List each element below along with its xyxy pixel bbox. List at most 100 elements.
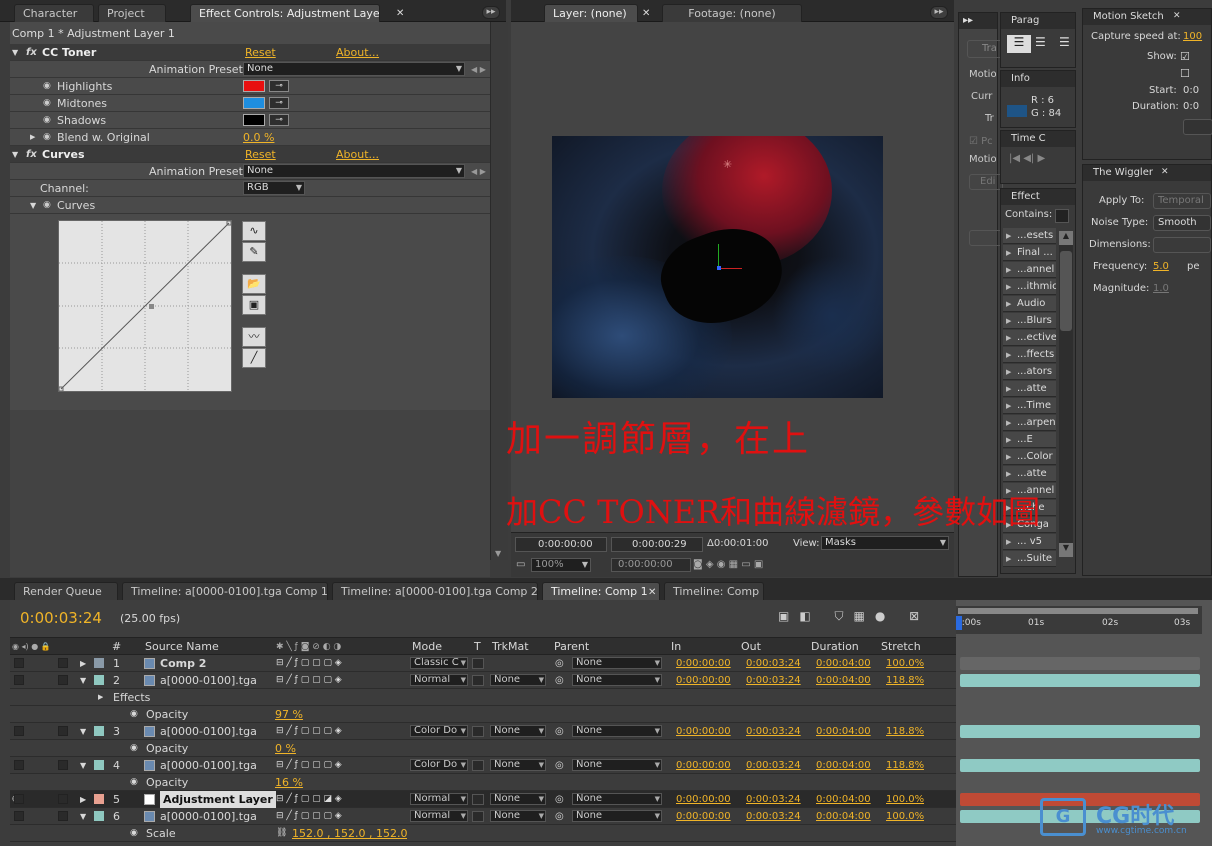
pc-check[interactable]: ☑ Pc — [969, 136, 993, 147]
in-value[interactable]: 0:00:00:00 — [676, 808, 731, 825]
zoom-dropdown[interactable]: 100% — [531, 558, 591, 572]
curves-about[interactable]: About... — [336, 146, 379, 163]
effects-list-item[interactable]: Final ... — [1003, 245, 1056, 261]
trkmat-dropdown[interactable]: None — [490, 725, 546, 737]
current-time[interactable]: 0:00:03:24 — [20, 609, 102, 627]
reset-curve-icon[interactable]: ╱ — [242, 348, 266, 368]
scale-value[interactable]: 152.0 , 152.0 , 152.0 — [292, 825, 407, 842]
parent-dropdown[interactable]: None — [572, 759, 662, 771]
timeline-switch-icons[interactable]: ▣◧ ⛉▦● ⊠ — [778, 609, 929, 624]
show-checkbox-2[interactable]: ☐ — [1180, 67, 1190, 80]
stretch-value[interactable]: 100.0% — [886, 791, 924, 808]
transport-icons[interactable]: |◀ ◀| ▶ — [1009, 153, 1045, 164]
layer-name[interactable]: Adjustment Layer — [160, 791, 276, 808]
lock-box[interactable] — [58, 675, 68, 685]
duration-value[interactable]: 0:00:04:00 — [816, 672, 871, 689]
contains-input[interactable] — [1055, 209, 1069, 223]
switch-icons[interactable]: ⊟ ╱ ƒ ▢ ▢ ◪ ◈ — [276, 791, 342, 808]
layer-duration-bar[interactable] — [960, 725, 1200, 738]
twirl-icon[interactable]: ▼ — [80, 757, 86, 774]
bottom-tab-3[interactable]: Timeline: Comp 1 — [542, 582, 660, 600]
layer-name[interactable]: a[0000-0100].tga — [160, 723, 257, 740]
curves-graph[interactable] — [58, 220, 232, 392]
time-current-field[interactable]: 0:00:00:00 — [515, 537, 607, 552]
solo-box[interactable] — [14, 811, 24, 821]
switch-icons[interactable]: ⊟ ╱ ƒ ▢ ▢ ▢ ◈ — [276, 723, 342, 740]
align-left-icon[interactable]: ☰ — [1007, 35, 1031, 53]
curve-tool-icon[interactable]: ∿ — [242, 221, 266, 241]
switch-icons[interactable]: ⊟ ╱ ƒ ▢ ▢ ▢ ◈ — [276, 672, 342, 689]
effects-list-item[interactable]: ...esets — [1003, 228, 1056, 244]
stretch-value[interactable]: 118.8% — [886, 757, 924, 774]
effects-subrow[interactable]: ▶ Effects — [10, 689, 956, 706]
axis-gizmo-icon[interactable] — [717, 244, 744, 270]
col-in[interactable]: In — [671, 638, 681, 656]
solo-box[interactable] — [14, 794, 24, 804]
duration-value[interactable]: 0:00:04:00 — [816, 791, 871, 808]
blend-value[interactable]: 0.0 % — [243, 129, 274, 146]
effects-scrollbar[interactable]: ▲ ▼ — [1059, 231, 1073, 557]
effects-list-item[interactable]: ...ators — [1003, 364, 1056, 380]
layer-duration-bar[interactable] — [960, 657, 1200, 670]
highlights-swatch[interactable] — [243, 80, 265, 92]
prev-icon[interactable]: ◀ ▶ — [471, 61, 486, 78]
apply-to-dropdown[interactable]: Temporal — [1153, 193, 1211, 209]
t-box[interactable] — [472, 675, 484, 686]
align-right-icon[interactable]: ☰ — [1059, 35, 1070, 49]
solo-box[interactable] — [14, 760, 24, 770]
t-box[interactable] — [472, 726, 484, 737]
parent-dropdown[interactable]: None — [572, 674, 662, 686]
effects-list-item[interactable]: ...Time — [1003, 398, 1056, 414]
solo-box[interactable] — [14, 726, 24, 736]
view-dropdown[interactable]: Masks — [821, 536, 949, 550]
opacity-value-4[interactable]: 16 % — [275, 774, 303, 791]
switch-icons[interactable]: ⊟ ╱ ƒ ▢ ▢ ▢ ◈ — [276, 757, 342, 774]
eyedropper-icon[interactable]: ⊸ — [269, 80, 289, 92]
stopwatch-icon[interactable]: ◉ — [130, 774, 138, 791]
ms-close-icon[interactable]: ✕ — [1173, 11, 1181, 21]
effects-list-item[interactable]: ...Color — [1003, 449, 1056, 465]
edi-button[interactable]: Edi — [969, 174, 1003, 190]
effects-list-item[interactable]: ...atte — [1003, 381, 1056, 397]
wiggler-close-icon[interactable]: ✕ — [1161, 167, 1169, 177]
twirl-icon[interactable]: ▶ — [80, 791, 86, 808]
stopwatch-icon[interactable]: ◉ — [130, 825, 138, 842]
curves-header[interactable]: ▼ fx Curves Reset About... — [10, 146, 490, 163]
out-value[interactable]: 0:00:03:24 — [746, 808, 801, 825]
in-value[interactable]: 0:00:00:00 — [676, 672, 731, 689]
dimensions-dropdown[interactable] — [1153, 237, 1211, 253]
in-value[interactable]: 0:00:00:00 — [676, 723, 731, 740]
frequency-value[interactable]: 5.0 — [1153, 261, 1169, 272]
in-value[interactable]: 0:00:00:00 — [676, 757, 731, 774]
layer-name[interactable]: a[0000-0100].tga — [160, 757, 257, 774]
parent-dropdown[interactable]: None — [572, 657, 662, 669]
opacity-value-2[interactable]: 97 % — [275, 706, 303, 723]
col-trkmat[interactable]: TrkMat — [492, 638, 529, 656]
camera-icon[interactable]: ◙ ◈ ◉ ▦ ▭ ▣ — [693, 559, 763, 570]
pickwhip-icon[interactable]: ◎ — [555, 757, 564, 774]
cc-toner-reset[interactable]: Reset — [245, 44, 276, 61]
out-value[interactable]: 0:00:03:24 — [746, 672, 801, 689]
cc-toner-header[interactable]: ▼ fx CC Toner Reset About... — [10, 44, 490, 61]
effects-list-item[interactable]: Audio — [1003, 296, 1056, 312]
tr-button[interactable]: Tra — [967, 40, 1003, 58]
stopwatch-icon[interactable]: ◉ — [43, 112, 51, 129]
prev-icon[interactable]: ◀ ▶ — [471, 163, 486, 180]
lock-box[interactable] — [58, 811, 68, 821]
time-field-small[interactable]: 0:00:00:00 — [611, 558, 691, 572]
layer-name[interactable]: Comp 2 — [160, 655, 206, 672]
bottom-tab-0[interactable]: Render Queue — [14, 582, 118, 600]
duration-value[interactable]: 0:00:04:00 — [816, 757, 871, 774]
timeline-layer-row[interactable]: ◉▶5Adjustment Layer⊟ ╱ ƒ ▢ ▢ ◪ ◈NormalNo… — [10, 791, 956, 808]
lock-box[interactable] — [58, 794, 68, 804]
tab-layer[interactable]: Layer: (none) — [544, 4, 638, 22]
in-value[interactable]: 0:00:00:00 — [676, 655, 731, 672]
tab-footage[interactable]: Footage: (none) — [662, 4, 802, 22]
col-parent[interactable]: Parent — [554, 638, 589, 656]
t-box[interactable] — [472, 794, 484, 805]
effects-list-item[interactable]: ...Blurs — [1003, 313, 1056, 329]
trkmat-dropdown[interactable]: None — [490, 810, 546, 822]
solo-box[interactable] — [14, 658, 24, 668]
col-mode[interactable]: Mode — [412, 638, 442, 656]
mode-dropdown[interactable]: Normal — [410, 674, 468, 686]
